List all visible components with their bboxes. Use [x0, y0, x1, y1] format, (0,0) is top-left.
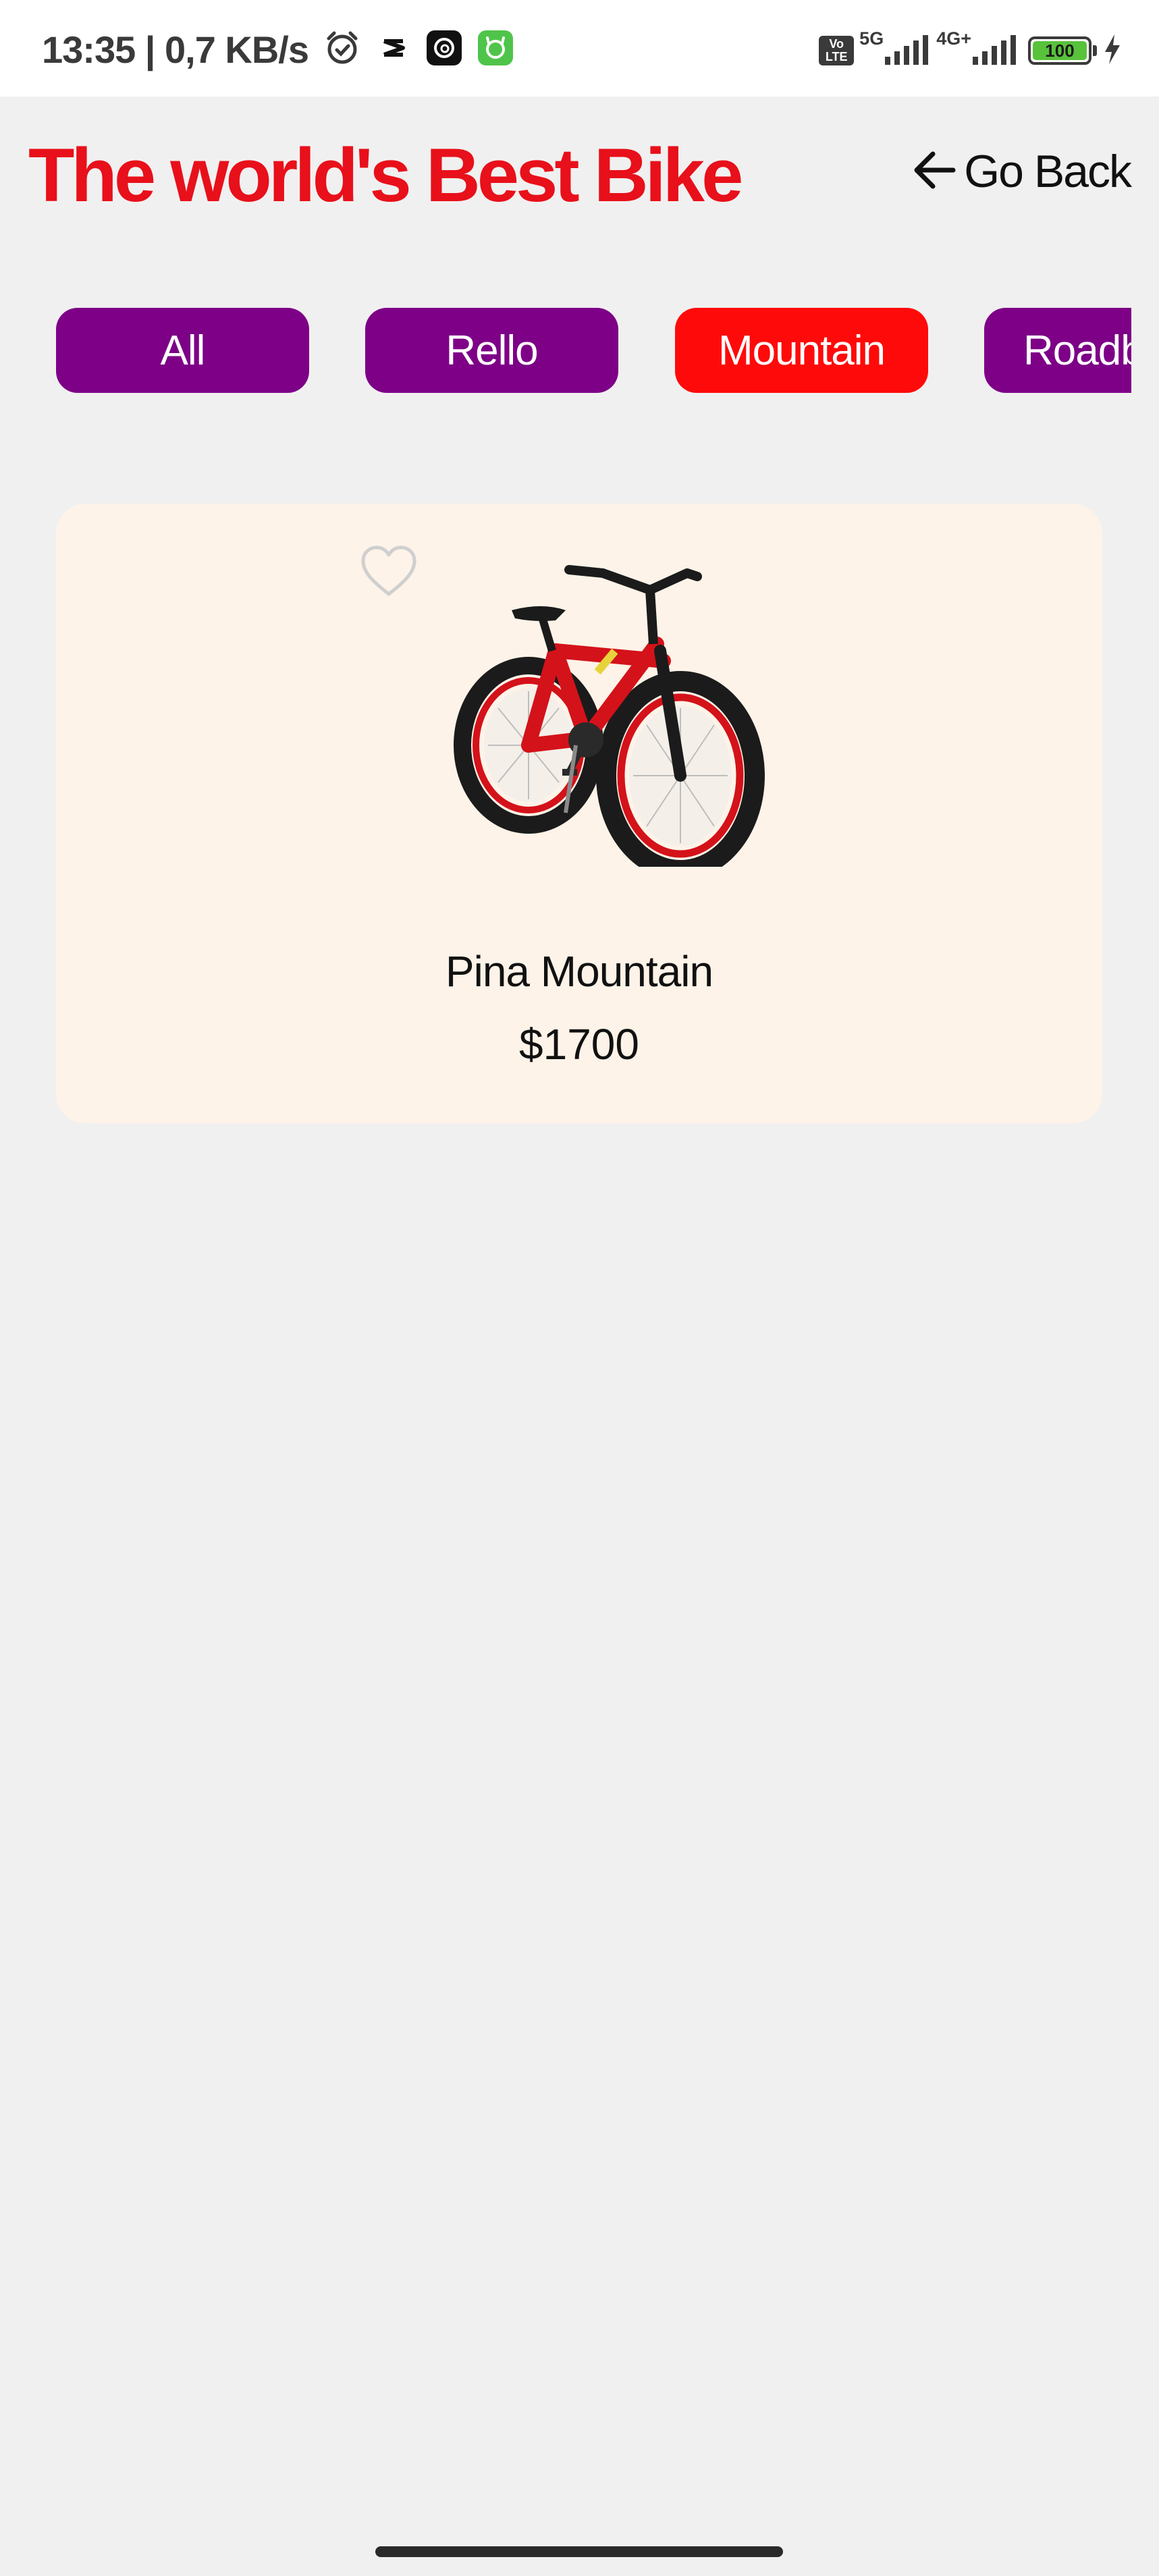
- network-5g: 5G: [859, 28, 884, 49]
- go-back-button[interactable]: Go Back: [910, 145, 1132, 198]
- navigation-bar: [0, 2530, 1159, 2576]
- status-left: 13:35 | 0,7 KB/s: [42, 26, 514, 73]
- category-scroller[interactable]: All Rello Mountain Roadbike: [0, 270, 1131, 432]
- bike-image: [448, 543, 772, 880]
- status-right: Vo LTE 5G 4G+ 100: [819, 27, 1123, 74]
- category-chip-mountain[interactable]: Mountain: [675, 308, 928, 393]
- category-chip-rello[interactable]: Rello: [365, 308, 618, 393]
- product-card[interactable]: Pina Mountain $1700: [56, 504, 1102, 1123]
- header: The world's Best Bike Go Back: [0, 97, 1159, 252]
- app-icon: [477, 30, 514, 70]
- signal-icon-2: [971, 32, 1019, 70]
- capcut-icon: [376, 30, 411, 69]
- heart-icon[interactable]: [360, 544, 418, 598]
- battery-tip: [1093, 45, 1097, 56]
- threads-icon: [426, 30, 462, 70]
- alarm-icon: [323, 29, 361, 70]
- status-bar: 13:35 | 0,7 KB/s Vo LTE 5G 4G+ 100: [0, 0, 1159, 97]
- signal-icon: [884, 32, 931, 70]
- network-4g: 4G+: [936, 28, 971, 49]
- product-name: Pina Mountain: [445, 947, 713, 996]
- product-price: $1700: [519, 1020, 639, 1069]
- page-title: The world's Best Bike: [28, 133, 743, 217]
- volte-badge: Vo LTE: [819, 36, 855, 65]
- charging-icon: [1102, 33, 1123, 69]
- arrow-left-icon: [910, 146, 959, 198]
- category-chip-roadbike[interactable]: Roadbike: [984, 308, 1131, 393]
- home-indicator[interactable]: [375, 2546, 783, 2557]
- battery-level: 100: [1033, 41, 1087, 60]
- category-chip-all[interactable]: All: [56, 308, 309, 393]
- battery-icon: 100: [1028, 36, 1091, 65]
- go-back-label: Go Back: [964, 146, 1132, 197]
- status-time: 13:35 | 0,7 KB/s: [42, 28, 309, 71]
